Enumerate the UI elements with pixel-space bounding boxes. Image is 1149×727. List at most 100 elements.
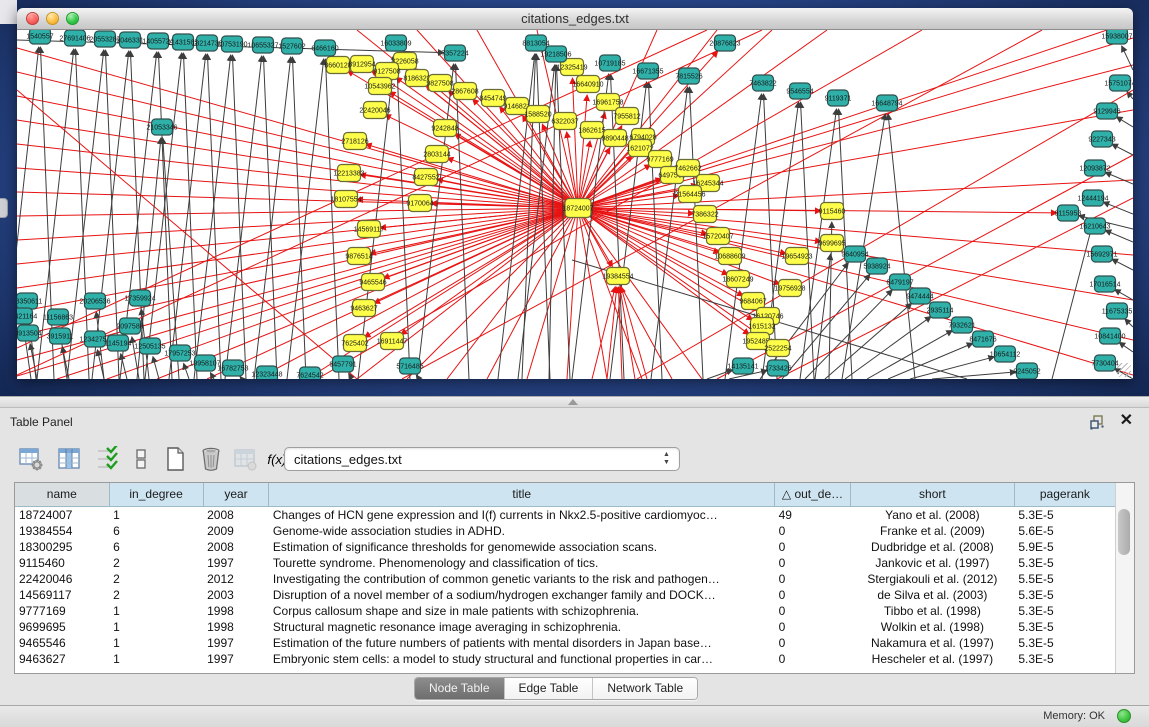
table-cell[interactable]: Tibbo et al. (1998) bbox=[850, 603, 1014, 619]
table-cell[interactable]: 9699695 bbox=[15, 619, 109, 635]
table-row[interactable]: 946362711997Embryonic stem cells: a mode… bbox=[15, 651, 1116, 667]
table-cell[interactable]: 2003 bbox=[203, 587, 269, 603]
table-cell[interactable]: Estimation of significance thresholds fo… bbox=[269, 539, 775, 555]
table-row[interactable]: 1938455462009Genome-wide association stu… bbox=[15, 523, 1116, 539]
table-cell[interactable]: Embryonic stem cells: a model to study s… bbox=[269, 651, 775, 667]
table-cell[interactable]: 6 bbox=[109, 539, 203, 555]
column-header[interactable]: △ out_de… bbox=[775, 483, 851, 506]
table-cell[interactable]: Structural magnetic resonance image aver… bbox=[269, 619, 775, 635]
table-cell[interactable]: 9465546 bbox=[15, 635, 109, 651]
table-cell[interactable]: 1 bbox=[109, 635, 203, 651]
create-table-icon[interactable] bbox=[160, 444, 190, 474]
table-cell[interactable]: 5.3E-5 bbox=[1014, 506, 1115, 523]
table-cell[interactable]: Dudbridge et al. (2008) bbox=[850, 539, 1014, 555]
column-header[interactable]: pagerank bbox=[1014, 483, 1115, 506]
table-cell[interactable]: Disruption of a novel member of a sodium… bbox=[269, 587, 775, 603]
table-row[interactable]: 1830029562008Estimation of significance … bbox=[15, 539, 1116, 555]
table-cell[interactable]: 5.5E-5 bbox=[1014, 571, 1115, 587]
table-row[interactable]: 2242004622012Investigating the contribut… bbox=[15, 571, 1116, 587]
table-row[interactable]: 946554611997Estimation of the future num… bbox=[15, 635, 1116, 651]
table-cell[interactable]: 5.3E-5 bbox=[1014, 603, 1115, 619]
column-header[interactable]: short bbox=[850, 483, 1014, 506]
table-cell[interactable]: 22420046 bbox=[15, 571, 109, 587]
tab-node-table[interactable]: Node Table bbox=[415, 678, 505, 699]
table-cell[interactable]: Changes of HCN gene expression and I(f) … bbox=[269, 506, 775, 523]
network-canvas[interactable]: 1872400786601288912954822605891275081054… bbox=[17, 30, 1133, 379]
table-cell[interactable]: 5.6E-5 bbox=[1014, 523, 1115, 539]
window-resize-grip[interactable] bbox=[1117, 363, 1131, 377]
table-cell[interactable]: 1997 bbox=[203, 635, 269, 651]
table-cell[interactable]: 5.3E-5 bbox=[1014, 635, 1115, 651]
float-panel-icon[interactable] bbox=[1089, 414, 1105, 430]
table-cell[interactable]: 0 bbox=[775, 523, 851, 539]
table-cell[interactable]: Genome-wide association studies in ADHD. bbox=[269, 523, 775, 539]
import-table-icon[interactable] bbox=[230, 444, 260, 474]
table-cell[interactable]: 2012 bbox=[203, 571, 269, 587]
table-cell[interactable]: 5.3E-5 bbox=[1014, 619, 1115, 635]
table-cell[interactable]: Nakamura et al. (1997) bbox=[850, 635, 1014, 651]
column-header[interactable]: in_degree bbox=[109, 483, 203, 506]
table-cell[interactable]: 0 bbox=[775, 555, 851, 571]
table-cell[interactable]: 18724007 bbox=[15, 506, 109, 523]
table-cell[interactable]: 18300295 bbox=[15, 539, 109, 555]
table-cell[interactable]: 2 bbox=[109, 555, 203, 571]
table-cell[interactable]: 1998 bbox=[203, 619, 269, 635]
table-cell[interactable]: 5.3E-5 bbox=[1014, 555, 1115, 571]
table-cell[interactable]: Hescheler et al. (1997) bbox=[850, 651, 1014, 667]
table-row[interactable]: 1872400712008Changes of HCN gene express… bbox=[15, 506, 1116, 523]
table-cell[interactable]: 1 bbox=[109, 651, 203, 667]
citation-network-graph[interactable]: 1872400786601288912954822605891275081054… bbox=[17, 30, 1133, 379]
table-row[interactable]: 1456911722003Disruption of a novel membe… bbox=[15, 587, 1116, 603]
table-cell[interactable]: Jankovic et al. (1997) bbox=[850, 555, 1014, 571]
table-cell[interactable]: 0 bbox=[775, 603, 851, 619]
table-cell[interactable]: 0 bbox=[775, 571, 851, 587]
table-cell[interactable]: 0 bbox=[775, 635, 851, 651]
tab-network-table[interactable]: Network Table bbox=[593, 678, 697, 699]
table-cell[interactable]: 0 bbox=[775, 619, 851, 635]
table-select-dropdown[interactable]: citations_edges.txt ▲▼ bbox=[284, 447, 680, 471]
table-cell[interactable]: Tourette syndrome. Phenomenology and cla… bbox=[269, 555, 775, 571]
table-cell[interactable]: 19384554 bbox=[15, 523, 109, 539]
table-row[interactable]: 969969511998Structural magnetic resonanc… bbox=[15, 619, 1116, 635]
table-cell[interactable]: de Silva et al. (2003) bbox=[850, 587, 1014, 603]
table-cell[interactable]: Corpus callosum shape and size in male p… bbox=[269, 603, 775, 619]
table-cell[interactable]: 1997 bbox=[203, 651, 269, 667]
tab-edge-table[interactable]: Edge Table bbox=[505, 678, 594, 699]
table-cell[interactable]: 1 bbox=[109, 506, 203, 523]
table-cell[interactable]: 14569117 bbox=[15, 587, 109, 603]
table-cell[interactable]: 2 bbox=[109, 587, 203, 603]
table-cell[interactable]: 0 bbox=[775, 651, 851, 667]
table-cell[interactable]: 0 bbox=[775, 539, 851, 555]
delete-table-icon[interactable] bbox=[196, 444, 226, 474]
table-cell[interactable]: Estimation of the future numbers of pati… bbox=[269, 635, 775, 651]
table-cell[interactable]: 1 bbox=[109, 619, 203, 635]
row-height-icon[interactable] bbox=[126, 444, 156, 474]
table-cell[interactable]: 9777169 bbox=[15, 603, 109, 619]
table-cell[interactable]: 5.3E-5 bbox=[1014, 651, 1115, 667]
table-cell[interactable]: 2008 bbox=[203, 539, 269, 555]
table-cell[interactable]: 9115460 bbox=[15, 555, 109, 571]
show-columns-icon[interactable] bbox=[54, 444, 84, 474]
table-options-icon[interactable] bbox=[16, 444, 46, 474]
table-cell[interactable]: Investigating the contribution of common… bbox=[269, 571, 775, 587]
table-scrollbar[interactable] bbox=[1115, 483, 1134, 673]
table-cell[interactable]: Stergiakouli et al. (2012) bbox=[850, 571, 1014, 587]
table-cell[interactable]: 1 bbox=[109, 603, 203, 619]
close-panel-icon[interactable]: ✕ bbox=[1120, 412, 1133, 430]
column-header[interactable]: year bbox=[203, 483, 269, 506]
table-cell[interactable]: 0 bbox=[775, 587, 851, 603]
table-scrollbar-thumb[interactable] bbox=[1118, 509, 1130, 555]
column-header[interactable]: name bbox=[15, 483, 109, 506]
table-cell[interactable]: 2008 bbox=[203, 506, 269, 523]
table-cell[interactable]: 1997 bbox=[203, 555, 269, 571]
table-cell[interactable]: 5.9E-5 bbox=[1014, 539, 1115, 555]
column-header[interactable]: title bbox=[269, 483, 775, 506]
memory-ok-icon[interactable] bbox=[1117, 709, 1131, 723]
control-panel-collapsed-handle[interactable] bbox=[0, 198, 8, 218]
table-cell[interactable]: Wolkin et al. (1998) bbox=[850, 619, 1014, 635]
panel-splitter[interactable] bbox=[0, 396, 1149, 408]
table-cell[interactable]: 2009 bbox=[203, 523, 269, 539]
table-cell[interactable]: 6 bbox=[109, 523, 203, 539]
table-cell[interactable]: 2 bbox=[109, 571, 203, 587]
table-cell[interactable]: Yano et al. (2008) bbox=[850, 506, 1014, 523]
